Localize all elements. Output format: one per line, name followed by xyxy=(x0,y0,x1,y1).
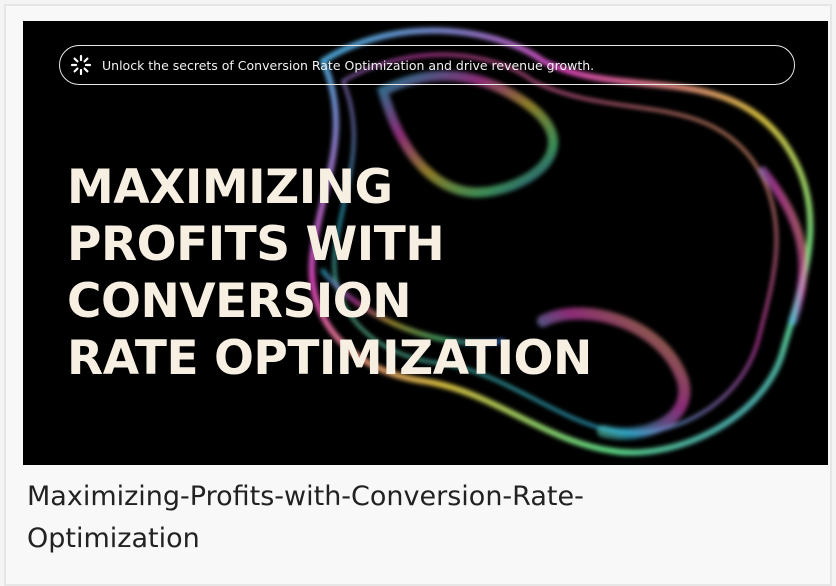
tagline-pill: Unlock the secrets of Conversion Rate Op… xyxy=(59,45,795,85)
caption-line: Optimization xyxy=(27,523,200,554)
headline-line: PROFITS WITH xyxy=(67,217,445,272)
hero-image[interactable]: Unlock the secrets of Conversion Rate Op… xyxy=(23,21,828,465)
image-caption: Maximizing-Profits-with-Conversion-Rate-… xyxy=(27,476,807,560)
image-card: Unlock the secrets of Conversion Rate Op… xyxy=(4,4,832,586)
headline-line: CONVERSION xyxy=(67,274,412,329)
tagline-text: Unlock the secrets of Conversion Rate Op… xyxy=(102,57,595,73)
caption-line: Maximizing-Profits-with-Conversion-Rate- xyxy=(27,481,584,512)
headline-line: MAXIMIZING xyxy=(67,160,393,215)
headline-line: RATE OPTIMIZATION xyxy=(67,331,592,386)
hero-headline: MAXIMIZING PROFITS WITH CONVERSION RATE … xyxy=(67,159,592,387)
sparkle-burst-icon xyxy=(68,52,94,78)
